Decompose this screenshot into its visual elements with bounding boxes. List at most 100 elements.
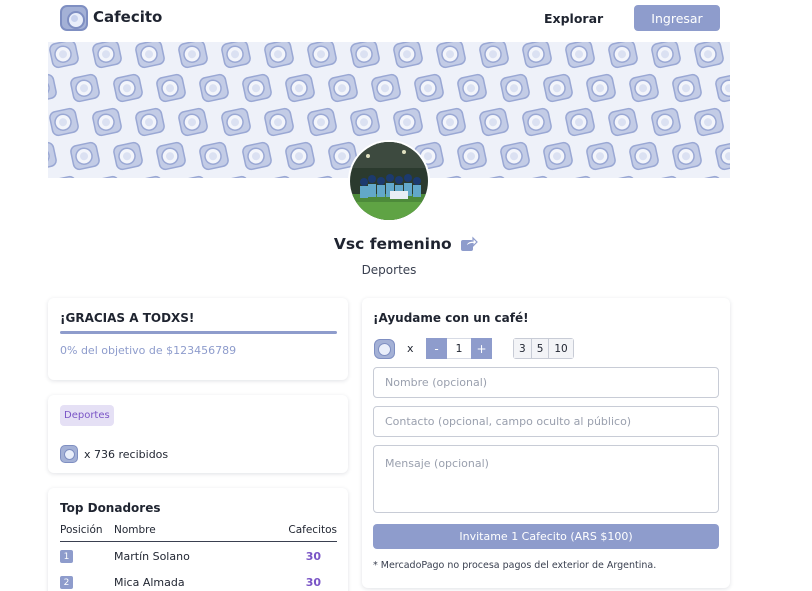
top-donors-card: Top Donadores Posición Nombre Cafecitos … bbox=[48, 488, 348, 591]
profile-name: Vsc femenino bbox=[333, 235, 452, 253]
quantity-stepper: - 1 + bbox=[426, 338, 492, 359]
pattern-cup-icon bbox=[694, 175, 724, 178]
pattern-cup-icon bbox=[543, 73, 573, 103]
quick-amount-group: 3 5 10 bbox=[513, 338, 574, 359]
profile-name-row: Vsc femenino bbox=[0, 235, 812, 253]
pattern-cup-icon bbox=[457, 73, 487, 103]
pattern-cup-icon bbox=[651, 42, 681, 69]
pattern-cup-icon bbox=[49, 42, 79, 69]
pattern-cup-icon bbox=[92, 42, 122, 69]
pattern-cup-icon bbox=[70, 73, 100, 103]
pattern-cup-icon bbox=[307, 107, 337, 137]
quick-amount-10-button[interactable]: 10 bbox=[549, 339, 573, 358]
pattern-cup-icon bbox=[565, 175, 595, 178]
message-textarea[interactable]: Mensaje (opcional) bbox=[373, 445, 719, 513]
multiply-sign: x bbox=[407, 342, 414, 355]
pattern-cup-icon bbox=[350, 107, 380, 137]
pattern-cup-icon bbox=[285, 73, 315, 103]
team-photo-image bbox=[350, 142, 428, 220]
coffee-cup-logo-icon[interactable] bbox=[60, 5, 88, 31]
column-header-name: Nombre bbox=[114, 524, 156, 536]
pattern-cup-icon bbox=[92, 107, 122, 137]
form-title: ¡Ayudame con un café! bbox=[373, 311, 529, 325]
quick-amount-3-button[interactable]: 3 bbox=[514, 339, 532, 358]
decrement-button[interactable]: - bbox=[426, 338, 447, 359]
column-header-cafecitos: Cafecitos bbox=[288, 524, 337, 536]
pattern-cup-icon bbox=[543, 141, 573, 171]
nav-explore-link[interactable]: Explorar bbox=[544, 11, 603, 26]
profile-avatar bbox=[348, 140, 430, 222]
pattern-cup-icon bbox=[522, 107, 552, 137]
pattern-cup-icon bbox=[565, 107, 595, 137]
pattern-cup-icon bbox=[414, 73, 444, 103]
pattern-cup-icon bbox=[694, 107, 724, 137]
pattern-cup-icon bbox=[221, 175, 251, 178]
pattern-cup-icon bbox=[715, 141, 730, 171]
pattern-cup-icon bbox=[672, 73, 702, 103]
pattern-cup-icon bbox=[307, 175, 337, 178]
pattern-cup-icon bbox=[70, 141, 100, 171]
pattern-cup-icon bbox=[221, 42, 251, 69]
pattern-cup-icon bbox=[436, 42, 466, 69]
pattern-cup-icon bbox=[436, 175, 466, 178]
share-icon[interactable] bbox=[460, 236, 478, 252]
stats-card: Deportes x 736 recibidos bbox=[48, 395, 348, 473]
pattern-cup-icon bbox=[113, 73, 143, 103]
pattern-cup-icon bbox=[608, 175, 638, 178]
pattern-cup-icon bbox=[48, 73, 57, 103]
contact-input[interactable]: Contacto (opcional, campo oculto al públ… bbox=[373, 406, 719, 437]
pattern-cup-icon bbox=[672, 141, 702, 171]
goal-card: ¡GRACIAS A TODXS! 0% del objetivo de $12… bbox=[48, 298, 348, 380]
pattern-cup-icon bbox=[242, 141, 272, 171]
position-badge: 2 bbox=[60, 576, 73, 589]
profile-category: Deportes bbox=[361, 263, 417, 277]
pattern-cup-icon bbox=[651, 107, 681, 137]
pattern-cup-icon bbox=[199, 73, 229, 103]
pattern-cup-icon bbox=[264, 107, 294, 137]
pattern-cup-icon bbox=[436, 107, 466, 137]
coffee-cup-icon bbox=[60, 445, 78, 463]
pattern-cup-icon bbox=[113, 141, 143, 171]
goal-title: ¡GRACIAS A TODXS! bbox=[60, 311, 195, 325]
donor-name: Mica Almada bbox=[114, 576, 185, 589]
pattern-cup-icon bbox=[178, 42, 208, 69]
name-input[interactable]: Nombre (opcional) bbox=[373, 367, 719, 398]
pattern-cup-icon bbox=[694, 42, 724, 69]
position-badge: 1 bbox=[60, 550, 73, 563]
pattern-cup-icon bbox=[479, 175, 509, 178]
pattern-cup-icon bbox=[500, 141, 530, 171]
pattern-cup-icon bbox=[156, 141, 186, 171]
brand-name[interactable]: Cafecito bbox=[93, 8, 162, 26]
increment-button[interactable]: + bbox=[471, 338, 492, 359]
pattern-cup-icon bbox=[264, 175, 294, 178]
pattern-cup-icon bbox=[629, 73, 659, 103]
pattern-cup-icon bbox=[629, 141, 659, 171]
goal-progress-text: 0% del objetivo de $123456789 bbox=[60, 344, 237, 357]
donors-title: Top Donadores bbox=[60, 501, 161, 515]
quantity-value[interactable]: 1 bbox=[447, 338, 471, 359]
pattern-cup-icon bbox=[156, 73, 186, 103]
pattern-cup-icon bbox=[49, 175, 79, 178]
pattern-cup-icon bbox=[457, 141, 487, 171]
pattern-cup-icon bbox=[608, 42, 638, 69]
quick-amount-5-button[interactable]: 5 bbox=[531, 339, 550, 358]
pattern-cup-icon bbox=[135, 42, 165, 69]
table-header-divider bbox=[60, 541, 337, 542]
pattern-cup-icon bbox=[328, 73, 358, 103]
pattern-cup-icon bbox=[586, 73, 616, 103]
pattern-cup-icon bbox=[48, 141, 57, 171]
pattern-cup-icon bbox=[178, 175, 208, 178]
pattern-cup-icon bbox=[608, 107, 638, 137]
category-tag[interactable]: Deportes bbox=[60, 405, 114, 426]
pattern-cup-icon bbox=[242, 73, 272, 103]
donor-name: Martín Solano bbox=[114, 550, 190, 563]
pattern-cup-icon bbox=[135, 175, 165, 178]
login-button[interactable]: Ingresar bbox=[634, 5, 720, 31]
donor-count: 30 bbox=[305, 550, 321, 563]
pattern-cup-icon bbox=[221, 107, 251, 137]
pattern-cup-icon bbox=[350, 42, 380, 69]
coffee-cup-icon bbox=[374, 339, 395, 359]
table-row: 2 Mica Almada 30 bbox=[60, 576, 337, 591]
submit-donation-button[interactable]: Invitame 1 Cafecito (ARS $100) bbox=[373, 524, 719, 549]
pattern-cup-icon bbox=[285, 141, 315, 171]
